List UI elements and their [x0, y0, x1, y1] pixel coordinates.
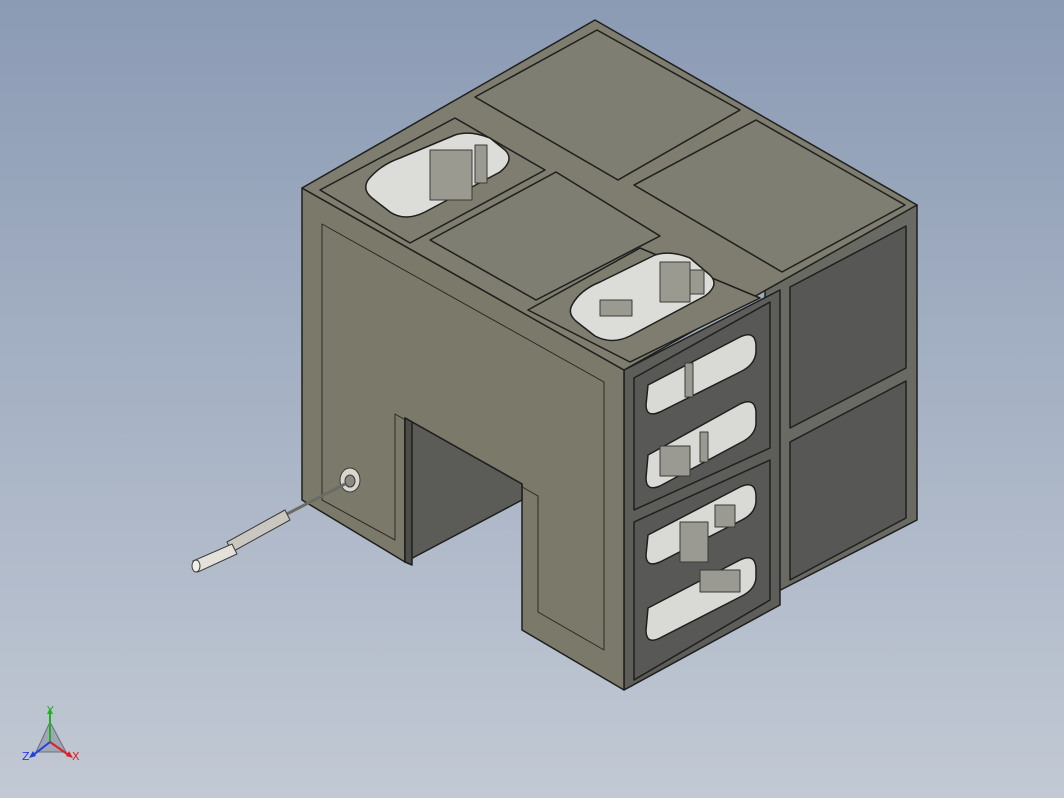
- coordinate-triad: Y X Z: [22, 704, 80, 763]
- cad-3d-viewport[interactable]: Y X Z: [0, 0, 1064, 798]
- triad-z-label: Z: [22, 750, 30, 763]
- triad-x-label: X: [72, 750, 80, 763]
- triad-y-label: Y: [46, 704, 54, 717]
